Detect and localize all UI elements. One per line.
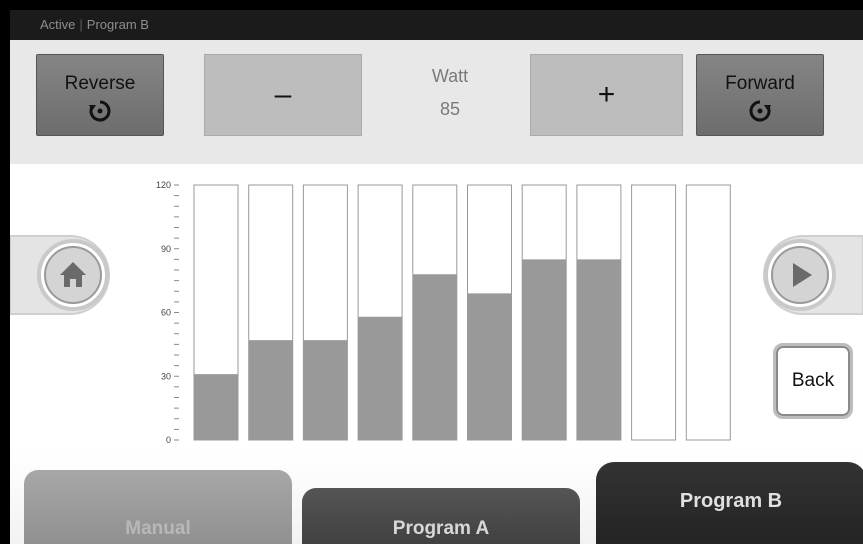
tab-manual[interactable]: Manual (24, 470, 292, 544)
watt-title: Watt (431, 66, 469, 86)
y-tick-label: 120 (156, 180, 171, 190)
watt-value: 85 (439, 99, 461, 119)
tab-program-b[interactable]: Program B (596, 462, 863, 544)
rotate-ccw-icon (89, 100, 111, 122)
bar-slot-9[interactable] (631, 184, 677, 441)
reverse-button[interactable]: Reverse (36, 54, 164, 136)
play-button[interactable] (753, 230, 863, 320)
back-button[interactable]: Back (773, 343, 853, 419)
y-tick-label: 90 (161, 244, 171, 254)
watt-display: Watt 85 (400, 66, 500, 120)
status-state: Active (40, 17, 76, 32)
bar-8[interactable] (576, 259, 621, 440)
reverse-label: Reverse (64, 73, 136, 94)
decrease-button[interactable]: – (204, 54, 362, 136)
rotate-cw-icon (749, 100, 771, 122)
bar-1[interactable] (194, 374, 238, 440)
tab-program-a[interactable]: Program A (302, 488, 580, 544)
bar-slot-10[interactable] (685, 184, 731, 441)
status-text: Active | Program B (40, 17, 149, 32)
increase-button[interactable]: + (530, 54, 683, 136)
bar-2[interactable] (248, 340, 293, 440)
home-button[interactable] (10, 230, 120, 320)
bar-6[interactable] (467, 293, 512, 440)
y-tick-label: 60 (161, 308, 171, 318)
status-bar: Active | Program B (10, 10, 863, 40)
forward-label: Forward (725, 73, 795, 94)
y-tick-label: 30 (161, 371, 171, 381)
device-screen: Active | Program B Reverse – Watt 85 + For… (10, 10, 863, 544)
program-tabs: Manual Program A Program B (10, 450, 863, 544)
status-program: Program B (86, 17, 149, 32)
status-separator: | (79, 17, 83, 32)
bar-5[interactable] (412, 274, 457, 440)
bar-3[interactable] (303, 340, 348, 440)
power-profile-chart: 0 30 60 90 120 (156, 180, 731, 445)
forward-button[interactable]: Forward (696, 54, 824, 136)
bar-4[interactable] (358, 316, 403, 440)
y-tick-label: 0 (166, 435, 171, 445)
bar-7[interactable] (522, 259, 567, 440)
